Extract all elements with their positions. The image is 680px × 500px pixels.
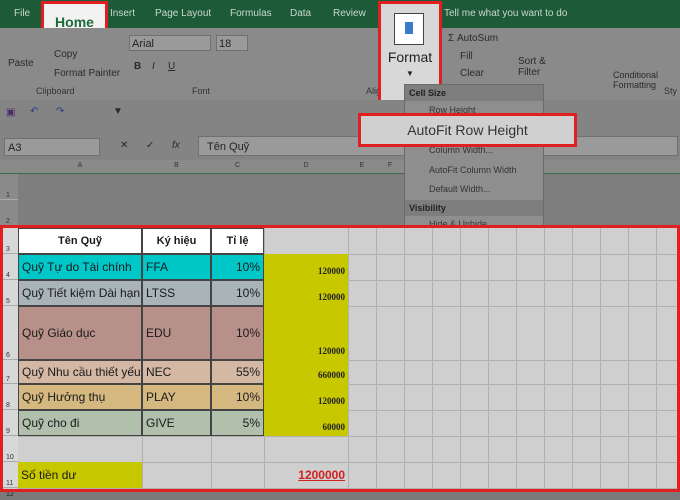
italic-button[interactable]: I bbox=[152, 61, 155, 72]
tab-data[interactable]: Data bbox=[290, 8, 311, 19]
redo-icon[interactable]: ↷ bbox=[56, 106, 64, 117]
undo-icon[interactable]: ↶ bbox=[30, 106, 38, 117]
sort-filter-button[interactable]: Sort & Filter bbox=[518, 56, 552, 78]
paste-button[interactable]: Paste bbox=[8, 58, 34, 69]
enter-icon[interactable]: ✓ bbox=[146, 140, 154, 151]
menu-item-autofit-column-width[interactable]: AutoFit Column Width bbox=[429, 165, 517, 175]
tell-me-search[interactable]: Tell me what you want to do bbox=[444, 8, 567, 19]
cancel-icon[interactable]: ✕ bbox=[120, 140, 128, 151]
font-name-value: Arial bbox=[132, 38, 155, 50]
tab-file[interactable]: File bbox=[14, 8, 30, 19]
rows-1-2: 1 2 bbox=[0, 174, 680, 226]
highlight-table bbox=[0, 225, 680, 492]
clear-button[interactable]: Clear bbox=[460, 68, 484, 79]
column-header-f[interactable]: F bbox=[376, 162, 404, 169]
highlight-autofit-row bbox=[358, 113, 577, 147]
menu-header-visibility: Visibility bbox=[405, 200, 543, 216]
column-header-e[interactable]: E bbox=[348, 162, 376, 169]
column-header-a[interactable]: A bbox=[18, 162, 142, 169]
tab-review[interactable]: Review bbox=[333, 8, 366, 19]
tab-page-layout[interactable]: Page Layout bbox=[155, 8, 211, 19]
menu-item-default-width[interactable]: Default Width... bbox=[429, 184, 491, 194]
save-icon[interactable]: ▣ bbox=[6, 107, 15, 118]
font-size-value: 18 bbox=[219, 38, 232, 50]
underline-button[interactable]: U bbox=[168, 61, 175, 72]
bold-button[interactable]: B bbox=[134, 61, 141, 72]
filter-icon[interactable]: ▼ bbox=[113, 106, 123, 117]
row-header-1[interactable]: 1 bbox=[0, 174, 18, 200]
styles-group-label: Sty bbox=[664, 86, 678, 96]
column-header-b[interactable]: B bbox=[142, 162, 211, 169]
ribbon: Paste Copy Format Painter Arial 18 B I U… bbox=[0, 28, 680, 100]
format-painter-button[interactable]: Format Painter bbox=[54, 68, 120, 79]
font-size-select[interactable]: 18 bbox=[216, 35, 248, 51]
name-box[interactable]: A3 bbox=[4, 138, 100, 156]
row-header-12[interactable]: 12 bbox=[6, 491, 14, 498]
fx-icon[interactable]: fx bbox=[172, 140, 180, 151]
font-group-label: Font bbox=[192, 86, 211, 96]
column-headers: A B C D E F bbox=[0, 160, 680, 174]
column-header-c[interactable]: C bbox=[211, 162, 264, 169]
quick-access-toolbar: ▣ ↶ ↷ ▼ bbox=[0, 100, 680, 130]
tab-formulas[interactable]: Formulas bbox=[230, 8, 272, 19]
fill-button[interactable]: Fill bbox=[460, 51, 473, 62]
formula-value: Tên Quỹ bbox=[207, 141, 250, 153]
row-header-2[interactable]: 2 bbox=[0, 200, 18, 226]
tab-insert[interactable]: Insert bbox=[110, 8, 135, 19]
format-dropdown-menu: Cell Size Row Height Column Width... Aut… bbox=[404, 84, 544, 229]
autosum-button[interactable]: Σ AutoSum bbox=[448, 33, 498, 44]
formula-bar: A3 ✕ ✓ fx Tên Quỹ bbox=[0, 130, 680, 160]
copy-button[interactable]: Copy bbox=[54, 49, 77, 60]
font-name-select[interactable]: Arial bbox=[129, 35, 211, 51]
autosum-label: AutoSum bbox=[456, 33, 499, 44]
menu-header-cell-size: Cell Size bbox=[405, 85, 543, 101]
name-box-value: A3 bbox=[8, 142, 22, 154]
column-header-d[interactable]: D bbox=[264, 162, 348, 169]
clipboard-group-label: Clipboard bbox=[36, 86, 75, 96]
